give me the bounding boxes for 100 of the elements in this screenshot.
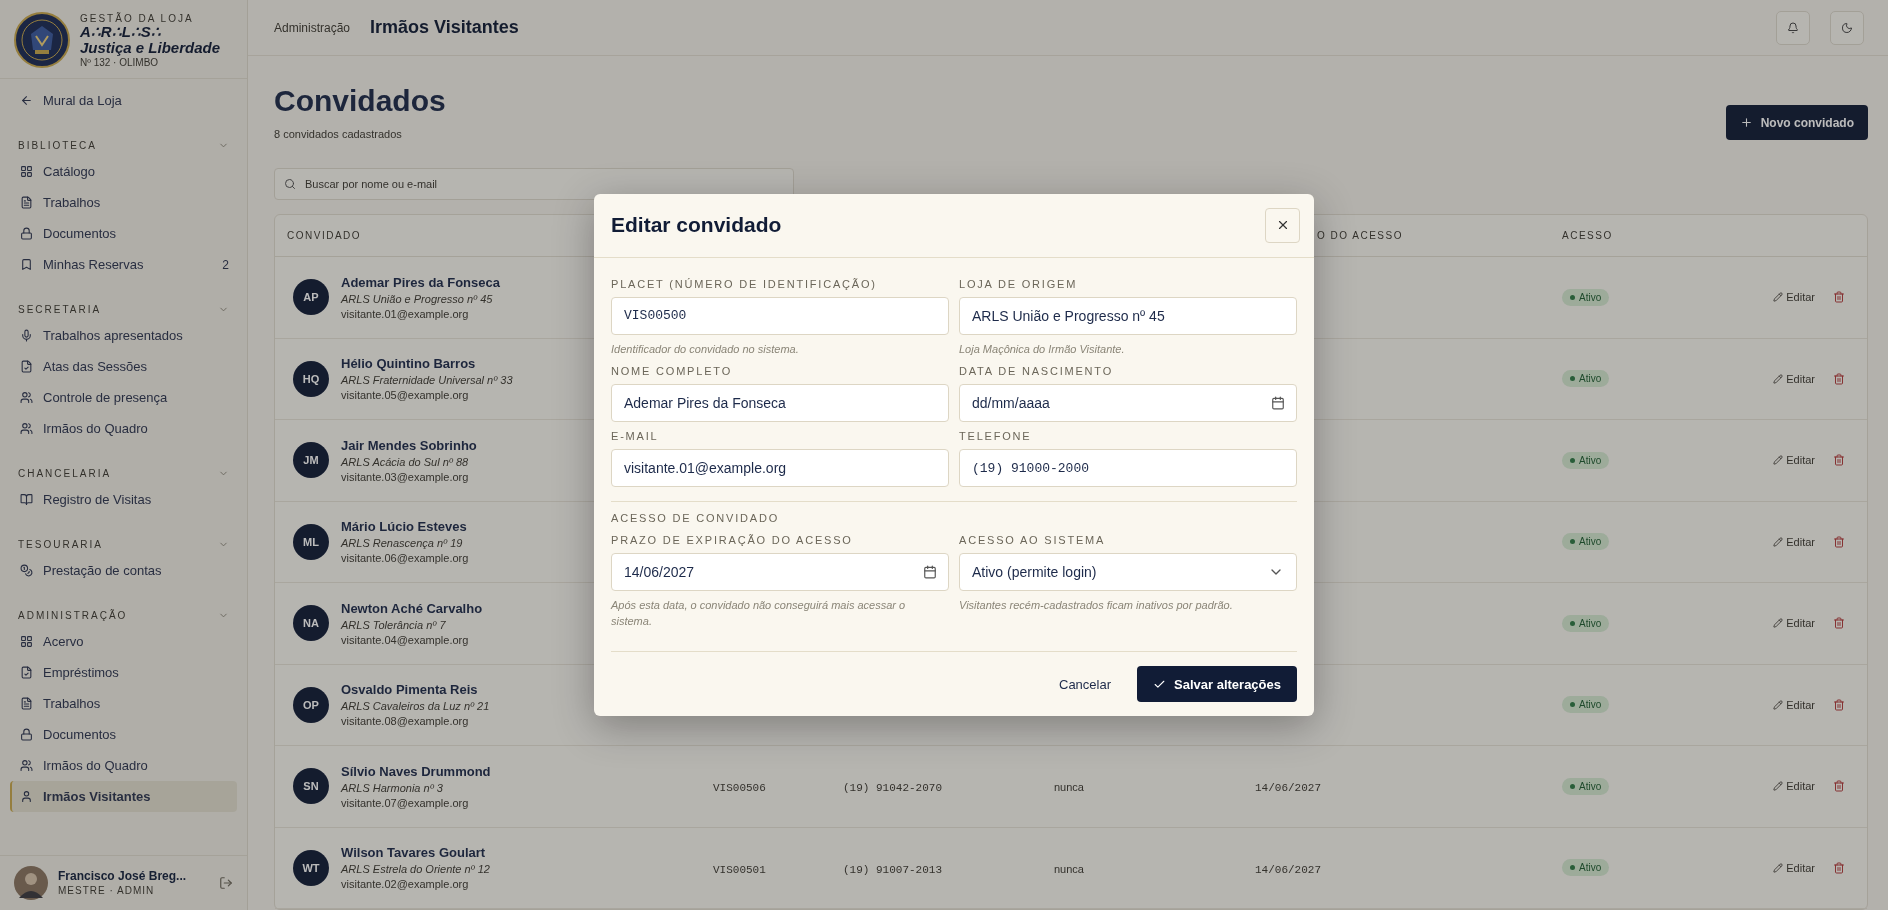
dialog-title: Editar convidado — [611, 213, 782, 238]
table-cell: (19) 91007-2013 — [843, 863, 943, 876]
edit-link[interactable]: Editar — [1773, 535, 1815, 548]
brand-name: A∴R∴L∴S∴ — [80, 23, 162, 40]
delete-button[interactable] — [1833, 291, 1845, 304]
trash-icon — [1833, 291, 1845, 304]
date-field[interactable]: 14/06/2027 — [611, 553, 949, 592]
edit-link[interactable]: Editar — [1773, 861, 1815, 874]
text-field[interactable]: ARLS União e Progresso nº 45 — [959, 296, 1297, 335]
nav-icon — [20, 666, 33, 679]
column-header: O DO ACESSO — [1316, 230, 1404, 241]
sidebar-item[interactable]: Catálogo — [10, 156, 237, 187]
guest-lodge: ARLS Renascença nº 19 — [341, 537, 464, 550]
arrow-left-icon — [20, 94, 33, 107]
delete-button[interactable] — [1833, 372, 1845, 385]
initials-avatar: ML — [293, 523, 329, 560]
table-cell: nunca — [1054, 862, 1084, 875]
select-field[interactable]: Ativo (permite login) — [959, 553, 1297, 592]
guest-email: visitante.04@example.org — [341, 633, 470, 646]
brand-number: Nº 132 · OLIMBO — [80, 56, 160, 68]
section-title: TESOURARIA — [18, 538, 103, 550]
table-cell: VIS00501 — [713, 863, 766, 876]
field-label: NOME COMPLETO — [611, 365, 733, 378]
edit-link[interactable]: Editar — [1773, 698, 1815, 711]
pencil-icon — [1773, 373, 1784, 384]
guest-email: visitante.07@example.org — [341, 796, 470, 809]
initials-avatar: JM — [293, 442, 329, 479]
guest-name: Newton Aché Carvalho — [341, 600, 483, 616]
sidebar-item[interactable]: Trabalhos — [10, 688, 237, 719]
back-link[interactable]: Mural da Loja — [10, 85, 237, 116]
guest-name: Hélio Quintino Barros — [341, 356, 477, 372]
text-field[interactable]: visitante.01@example.org — [611, 449, 949, 488]
logout-icon[interactable] — [219, 876, 233, 890]
guest-lodge: ARLS União e Progresso nº 45 — [341, 292, 494, 305]
sidebar-item[interactable]: Trabalhos apresentados — [10, 320, 237, 351]
edit-link[interactable]: Editar — [1773, 617, 1815, 630]
sidebar-item[interactable]: Controle de presença — [10, 382, 237, 413]
sidebar-item[interactable]: Empréstimos — [10, 657, 237, 688]
edit-link[interactable]: Editar — [1773, 780, 1815, 793]
guest-email: visitante.08@example.org — [341, 715, 470, 728]
delete-button[interactable] — [1833, 535, 1845, 548]
sidebar-item[interactable]: Registro de Visitas — [10, 484, 237, 515]
save-button[interactable]: Salvar alterações — [1137, 666, 1297, 703]
search-field[interactable]: Buscar por nome ou e-mail — [274, 168, 794, 200]
status-badge: Ativo — [1562, 451, 1610, 469]
delete-button[interactable] — [1833, 617, 1845, 630]
cancel-button[interactable]: Cancelar — [1051, 668, 1120, 700]
field-hint: Loja Maçônica do Irmão Visitante. — [959, 341, 1126, 357]
delete-button[interactable] — [1833, 780, 1845, 793]
edit-link[interactable]: Editar — [1773, 291, 1815, 304]
section-title: ACESSO DE CONVIDADO — [611, 512, 781, 525]
delete-button[interactable] — [1833, 698, 1845, 711]
sidebar-item[interactable]: Irmãos do Quadro — [10, 750, 237, 781]
trash-icon — [1833, 698, 1845, 711]
edit-link[interactable]: Editar — [1773, 454, 1815, 467]
close-button[interactable] — [1265, 207, 1300, 243]
edit-link[interactable]: Editar — [1773, 372, 1815, 385]
new-guest-button[interactable]: Novo convidado — [1725, 105, 1868, 140]
reservation-count: 2 — [222, 257, 229, 272]
delete-button[interactable] — [1833, 454, 1845, 467]
sidebar-item[interactable]: Minhas Reservas 2 — [10, 249, 237, 280]
field-label: DATA DE NASCIMENTO — [959, 365, 1115, 378]
page-subtitle: 8 convidados cadastrados — [274, 128, 403, 140]
nav-icon — [20, 258, 33, 271]
sidebar-item[interactable]: Documentos — [10, 218, 237, 249]
guest-lodge: ARLS Estrela do Oriente nº 12 — [341, 863, 490, 876]
initials-avatar: AP — [293, 279, 329, 316]
status-badge: Ativo — [1562, 370, 1610, 388]
sidebar-item[interactable]: Trabalhos — [10, 187, 237, 218]
calendar-icon[interactable] — [923, 565, 937, 580]
status-badge: Ativo — [1562, 859, 1610, 877]
theme-button[interactable] — [1830, 10, 1864, 45]
sidebar-item[interactable]: Documentos — [10, 719, 237, 750]
user-name: Francisco José Breg... — [58, 868, 188, 885]
column-header: CONVIDADO — [287, 230, 363, 241]
text-field[interactable]: (19) 91000-2000 — [959, 449, 1297, 488]
date-field[interactable]: dd/mm/aaaa — [959, 384, 1297, 423]
initials-avatar: NA — [293, 605, 329, 642]
sidebar-item[interactable]: Irmãos Visitantes — [10, 781, 237, 812]
sidebar-item[interactable]: Acervo — [10, 626, 237, 657]
brand-subtitle: Justiça e Liberdade — [80, 40, 221, 57]
pencil-icon — [1773, 455, 1784, 466]
field-hint: Após esta data, o convidado não conseguirá mais acessar o sistema. — [611, 598, 907, 629]
breadcrumb[interactable]: Administração — [274, 20, 351, 35]
sidebar-item[interactable]: Atas das Sessões — [10, 351, 237, 382]
calendar-icon[interactable] — [1271, 396, 1285, 411]
guest-email: visitante.05@example.org — [341, 389, 470, 402]
notifications-button[interactable] — [1776, 10, 1810, 45]
nav-icon — [20, 564, 33, 577]
initials-avatar: HQ — [293, 360, 329, 397]
status-badge: Ativo — [1562, 533, 1610, 551]
sidebar-item[interactable]: Prestação de contas — [10, 555, 237, 586]
text-field[interactable]: Ademar Pires da Fonseca — [611, 384, 949, 423]
text-field[interactable]: VIS00500 — [611, 296, 949, 335]
delete-button[interactable] — [1833, 861, 1845, 874]
guest-email: visitante.01@example.org — [341, 307, 470, 320]
table-cell: VIS00506 — [713, 782, 766, 795]
sidebar-item[interactable]: Irmãos do Quadro — [10, 413, 237, 444]
table-cell: (19) 91042-2070 — [843, 782, 943, 795]
nav-icon — [20, 759, 33, 772]
